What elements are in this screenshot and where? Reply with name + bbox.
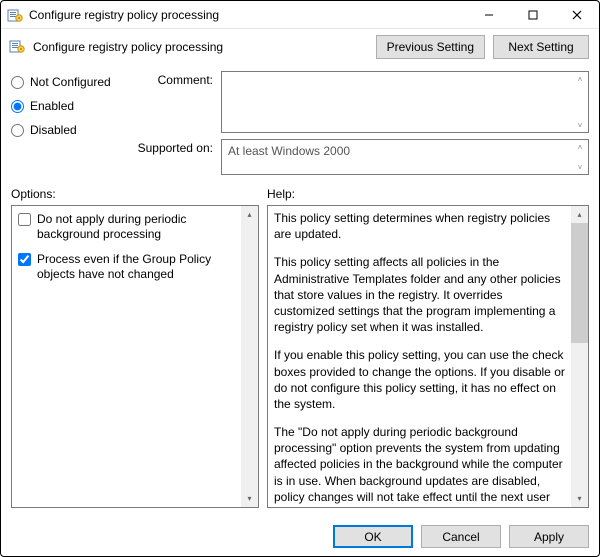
close-icon <box>572 10 582 20</box>
next-setting-button[interactable]: Next Setting <box>493 35 589 59</box>
scroll-down-icon[interactable]: ˅ <box>574 120 586 130</box>
subheader: Configure registry policy processing Pre… <box>1 29 599 65</box>
maximize-icon <box>528 10 538 20</box>
opt-no-background-label[interactable]: Do not apply during periodic background … <box>37 212 235 242</box>
cancel-button[interactable]: Cancel <box>421 525 501 548</box>
help-p3: If you enable this policy setting, you c… <box>274 347 565 412</box>
window-buttons <box>467 1 599 28</box>
panes: Do not apply during periodic background … <box>1 205 599 516</box>
options-scrollbar[interactable]: ▴ ▾ <box>241 206 258 507</box>
supported-value: At least Windows 2000 <box>228 144 350 158</box>
close-button[interactable] <box>555 1 599 29</box>
minimize-icon <box>484 10 494 20</box>
window-title: Configure registry policy processing <box>29 8 467 22</box>
disabled-label[interactable]: Disabled <box>30 123 77 137</box>
scroll-down-icon[interactable]: ˅ <box>574 162 586 172</box>
comment-input[interactable]: ˄ ˅ <box>221 71 589 133</box>
scroll-up-icon[interactable]: ˄ <box>574 74 586 84</box>
enabled-radio[interactable] <box>11 100 24 113</box>
supported-label: Supported on: <box>131 139 221 155</box>
policy-icon <box>7 7 23 23</box>
section-labels: Options: Help: <box>1 179 599 205</box>
scroll-thumb[interactable] <box>571 223 588 343</box>
opt-process-even-label[interactable]: Process even if the Group Policy objects… <box>37 252 235 282</box>
scroll-up-icon[interactable]: ▴ <box>241 206 258 223</box>
state-radios: Not Configured Enabled Disabled <box>11 71 131 175</box>
minimize-button[interactable] <box>467 1 511 29</box>
scroll-down-icon[interactable]: ▾ <box>241 490 258 507</box>
apply-button[interactable]: Apply <box>509 525 589 548</box>
help-heading: Help: <box>267 187 589 201</box>
opt-process-even-checkbox[interactable] <box>18 253 31 266</box>
ok-button[interactable]: OK <box>333 525 413 548</box>
scroll-down-icon[interactable]: ▾ <box>571 490 588 507</box>
scroll-up-icon[interactable]: ˄ <box>574 142 586 152</box>
options-pane: Do not apply during periodic background … <box>11 205 259 508</box>
enabled-label[interactable]: Enabled <box>30 99 74 113</box>
not-configured-label[interactable]: Not Configured <box>30 75 111 89</box>
help-p1: This policy setting determines when regi… <box>274 210 565 242</box>
button-bar: OK Cancel Apply <box>1 516 599 556</box>
help-scrollbar[interactable]: ▴ ▾ <box>571 206 588 507</box>
not-configured-radio[interactable] <box>11 76 24 89</box>
opt-no-background-checkbox[interactable] <box>18 213 31 226</box>
titlebar: Configure registry policy processing <box>1 1 599 29</box>
field-column: Comment: ˄ ˅ Supported on: At least Wind… <box>131 71 589 175</box>
options-heading: Options: <box>11 187 267 201</box>
supported-scroll: ˄ ˅ <box>574 142 586 172</box>
help-p4: The "Do not apply during periodic backgr… <box>274 424 565 507</box>
help-pane: This policy setting determines when regi… <box>267 205 589 508</box>
supported-box: At least Windows 2000 ˄ ˅ <box>221 139 589 175</box>
scroll-up-icon[interactable]: ▴ <box>571 206 588 223</box>
subtitle: Configure registry policy processing <box>33 40 368 54</box>
dialog-window: Configure registry policy processing Con… <box>0 0 600 557</box>
policy-icon <box>9 38 27 56</box>
comment-scroll: ˄ ˅ <box>574 74 586 130</box>
comment-label: Comment: <box>131 71 221 87</box>
previous-setting-button[interactable]: Previous Setting <box>376 35 485 59</box>
help-text: This policy setting determines when regi… <box>268 206 571 507</box>
maximize-button[interactable] <box>511 1 555 29</box>
help-p2: This policy setting affects all policies… <box>274 254 565 335</box>
disabled-radio[interactable] <box>11 124 24 137</box>
config-area: Not Configured Enabled Disabled Comment:… <box>1 65 599 179</box>
